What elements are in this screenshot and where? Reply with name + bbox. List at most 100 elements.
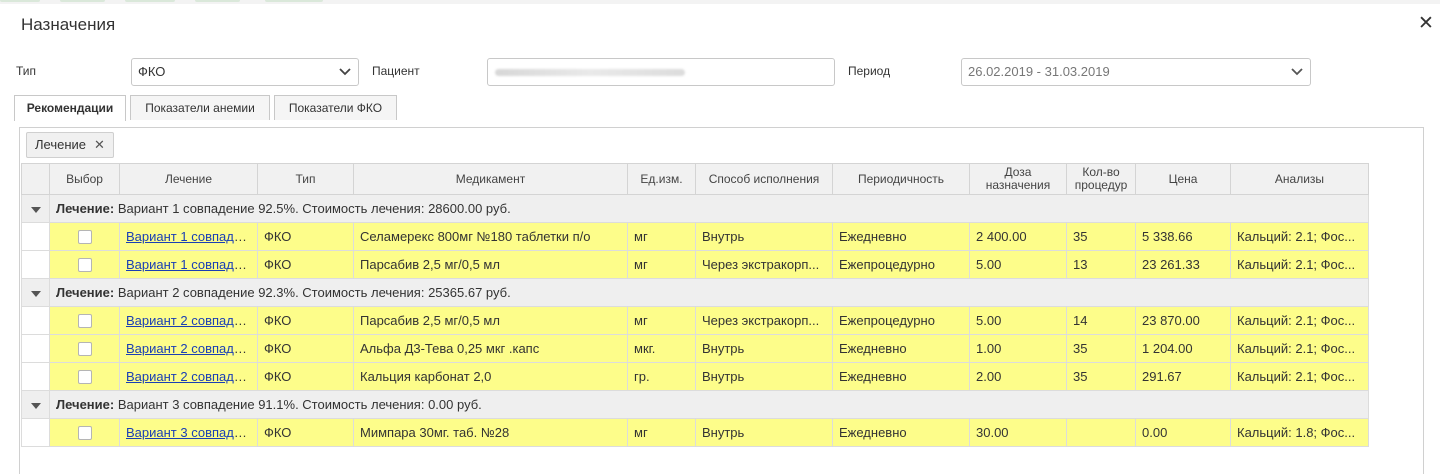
type-label: Тип xyxy=(16,64,37,78)
treatment-link[interactable]: Вариант 1 совпаде... xyxy=(126,257,252,272)
treatment-link[interactable]: Вариант 2 совпаде... xyxy=(126,341,252,356)
type-select[interactable]: ФКО xyxy=(131,58,359,86)
patient-input[interactable] xyxy=(487,58,835,86)
table-row[interactable]: Вариант 2 совпаде... ФКО Альфа Д3-Тева 0,2… xyxy=(21,334,1369,363)
treatment-link[interactable]: Вариант 2 совпаде... xyxy=(126,313,252,328)
cell-treatment[interactable]: Вариант 1 совпаде... xyxy=(119,250,258,279)
select-cell[interactable] xyxy=(49,222,120,251)
background-page-strip xyxy=(0,0,1440,4)
group-expander[interactable] xyxy=(21,278,50,307)
cell-dose: 2 400.00 xyxy=(969,222,1067,251)
select-checkbox[interactable] xyxy=(77,370,92,385)
period-select[interactable]: 26.02.2019 - 31.03.2019 xyxy=(961,58,1311,86)
cell-price: 0.00 xyxy=(1135,418,1231,447)
cell-analyses: Кальций: 2.1; Фос... xyxy=(1230,334,1369,363)
tab-fko-indicators[interactable]: Показатели ФКО xyxy=(274,95,397,120)
cell-price: 5 338.66 xyxy=(1135,222,1231,251)
cell-type: ФКО xyxy=(257,418,354,447)
cell-method: Внутрь xyxy=(695,334,833,363)
cell-analyses: Кальций: 2.1; Фос... xyxy=(1230,250,1369,279)
treatment-link[interactable]: Вариант 3 совпаде... xyxy=(126,425,252,440)
table-row[interactable]: Вариант 2 совпаде... ФКО Кальция карбонат … xyxy=(21,362,1369,391)
group-expander[interactable] xyxy=(21,390,50,419)
cell-dose: 2.00 xyxy=(969,362,1067,391)
group-by-chip-label: Лечение xyxy=(35,137,87,152)
cell-drug: Парсабив 2,5 мг/0,5 мл xyxy=(353,306,628,335)
tab-anemia-indicators[interactable]: Показатели анемии xyxy=(130,95,270,120)
cell-count: 35 xyxy=(1066,222,1136,251)
tab-recommendations[interactable]: Рекомендации xyxy=(14,95,126,121)
cell-period: Ежедневно xyxy=(832,362,970,391)
cell-treatment[interactable]: Вариант 2 совпаде... xyxy=(119,362,258,391)
select-checkbox[interactable] xyxy=(77,314,92,329)
table-row[interactable]: Вариант 3 совпаде... ФКО Мимпара 30мг. таб… xyxy=(21,418,1369,447)
cell-treatment[interactable]: Вариант 2 совпаде... xyxy=(119,306,258,335)
dialog-title: Назначения xyxy=(21,15,116,34)
cell-treatment[interactable]: Вариант 1 совпаде... xyxy=(119,222,258,251)
recommendations-grid: Выбор Лечение Тип Медикамент Ед.изм. Спо… xyxy=(21,163,1369,447)
table-row[interactable]: Вариант 2 совпаде... ФКО Парсабив 2,5 мг/0… xyxy=(21,306,1369,335)
group-key: Лечение: xyxy=(56,201,115,216)
select-cell[interactable] xyxy=(49,334,120,363)
group-key: Лечение: xyxy=(56,285,115,300)
header-unit[interactable]: Ед.изм. xyxy=(627,163,696,195)
close-icon[interactable]: ✕ xyxy=(1416,13,1436,35)
cell-type: ФКО xyxy=(257,250,354,279)
header-treatment[interactable]: Лечение xyxy=(119,163,258,195)
cell-method: Внутрь xyxy=(695,222,833,251)
collapse-icon xyxy=(30,403,41,409)
cell-analyses: Кальций: 2.1; Фос... xyxy=(1230,362,1369,391)
treatment-link[interactable]: Вариант 2 совпаде... xyxy=(126,369,252,384)
select-checkbox[interactable] xyxy=(77,426,92,441)
cell-dose: 5.00 xyxy=(969,306,1067,335)
group-summary: Вариант 1 совпадение 92.5%. Стоимость ле… xyxy=(117,201,511,216)
header-expander xyxy=(21,163,50,195)
header-dose[interactable]: Доза назначения xyxy=(969,163,1067,195)
cell-unit: мкг. xyxy=(627,334,696,363)
remove-icon[interactable]: ✕ xyxy=(94,137,105,152)
collapse-icon xyxy=(30,291,41,297)
header-type[interactable]: Тип xyxy=(257,163,354,195)
header-price[interactable]: Цена xyxy=(1135,163,1231,195)
header-drug[interactable]: Медикамент xyxy=(353,163,628,195)
collapse-icon xyxy=(30,207,41,213)
header-count-line2: процедур xyxy=(1074,178,1128,192)
cell-period: Ежепроцедурно xyxy=(832,306,970,335)
select-cell[interactable] xyxy=(49,418,120,447)
cell-analyses: Кальций: 2.1; Фос... xyxy=(1230,222,1369,251)
header-analyses[interactable]: Анализы xyxy=(1230,163,1369,195)
group-key: Лечение: xyxy=(56,397,115,412)
group-by-chip[interactable]: Лечение ✕ xyxy=(26,132,114,158)
select-cell[interactable] xyxy=(49,250,120,279)
row-gutter xyxy=(21,418,50,447)
table-row[interactable]: Вариант 1 совпаде... ФКО Селамерекс 800мг … xyxy=(21,222,1369,251)
cell-count: 35 xyxy=(1066,362,1136,391)
header-select[interactable]: Выбор xyxy=(49,163,120,195)
chevron-down-icon xyxy=(339,68,351,76)
cell-treatment[interactable]: Вариант 3 совпаде... xyxy=(119,418,258,447)
header-dose-line2: назначения xyxy=(985,178,1051,192)
select-checkbox[interactable] xyxy=(77,342,92,357)
cell-period: Ежедневно xyxy=(832,222,970,251)
group-row: Лечение: Вариант 1 совпадение 92.5%. Сто… xyxy=(21,194,1369,223)
cell-analyses: Кальций: 2.1; Фос... xyxy=(1230,306,1369,335)
group-expander[interactable] xyxy=(21,194,50,223)
grid-header-row: Выбор Лечение Тип Медикамент Ед.изм. Спо… xyxy=(21,163,1369,195)
select-checkbox[interactable] xyxy=(77,230,92,245)
header-periodicity[interactable]: Периодичность xyxy=(832,163,970,195)
select-cell[interactable] xyxy=(49,306,120,335)
group-row: Лечение: Вариант 2 совпадение 92.3%. Сто… xyxy=(21,278,1369,307)
cell-treatment[interactable]: Вариант 2 совпаде... xyxy=(119,334,258,363)
header-count[interactable]: Кол-во процедур xyxy=(1066,163,1136,195)
select-cell[interactable] xyxy=(49,362,120,391)
cell-method: Внутрь xyxy=(695,362,833,391)
select-checkbox[interactable] xyxy=(77,258,92,273)
treatment-link[interactable]: Вариант 1 совпаде... xyxy=(126,229,252,244)
cell-type: ФКО xyxy=(257,334,354,363)
header-count-line1: Кол-во xyxy=(1082,165,1120,179)
table-row[interactable]: Вариант 1 совпаде... ФКО Парсабив 2,5 мг/0… xyxy=(21,250,1369,279)
header-method[interactable]: Способ исполнения xyxy=(695,163,833,195)
row-gutter xyxy=(21,362,50,391)
cell-count: 14 xyxy=(1066,306,1136,335)
group-header: Лечение: Вариант 2 совпадение 92.3%. Сто… xyxy=(49,278,1369,307)
